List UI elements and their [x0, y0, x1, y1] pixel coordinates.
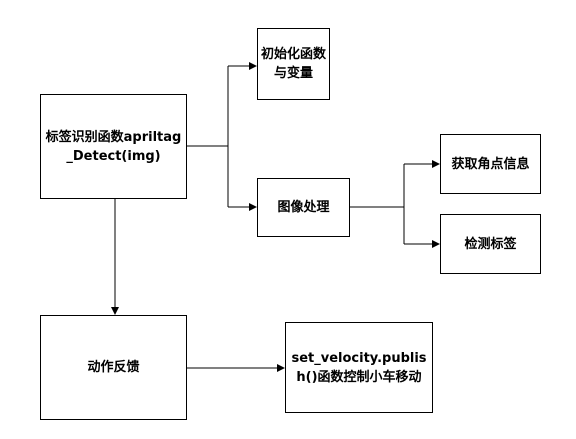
node-init-function: 初始化函数与变量 [257, 28, 330, 100]
arrow-to-init [249, 62, 257, 70]
node-get-corners: 获取角点信息 [440, 134, 541, 194]
flowchart-canvas: 标签识别函数apriltag_Detect(img) 初始化函数与变量 图像处理… [0, 0, 576, 439]
arrow-to-image [249, 203, 257, 211]
node-set-velocity: set_velocity.publish()函数控制小车移动 [285, 322, 433, 413]
node-detect-tag: 检测标签 [440, 214, 541, 274]
arrow-to-velocity [277, 364, 285, 372]
node-action-feedback: 动作反馈 [40, 315, 187, 420]
arrow-to-detect [432, 240, 440, 248]
node-image-processing: 图像处理 [257, 178, 350, 237]
arrow-to-corners [432, 160, 440, 168]
node-tag-detect: 标签识别函数apriltag_Detect(img) [40, 94, 187, 199]
arrow-to-feedback [111, 307, 119, 315]
